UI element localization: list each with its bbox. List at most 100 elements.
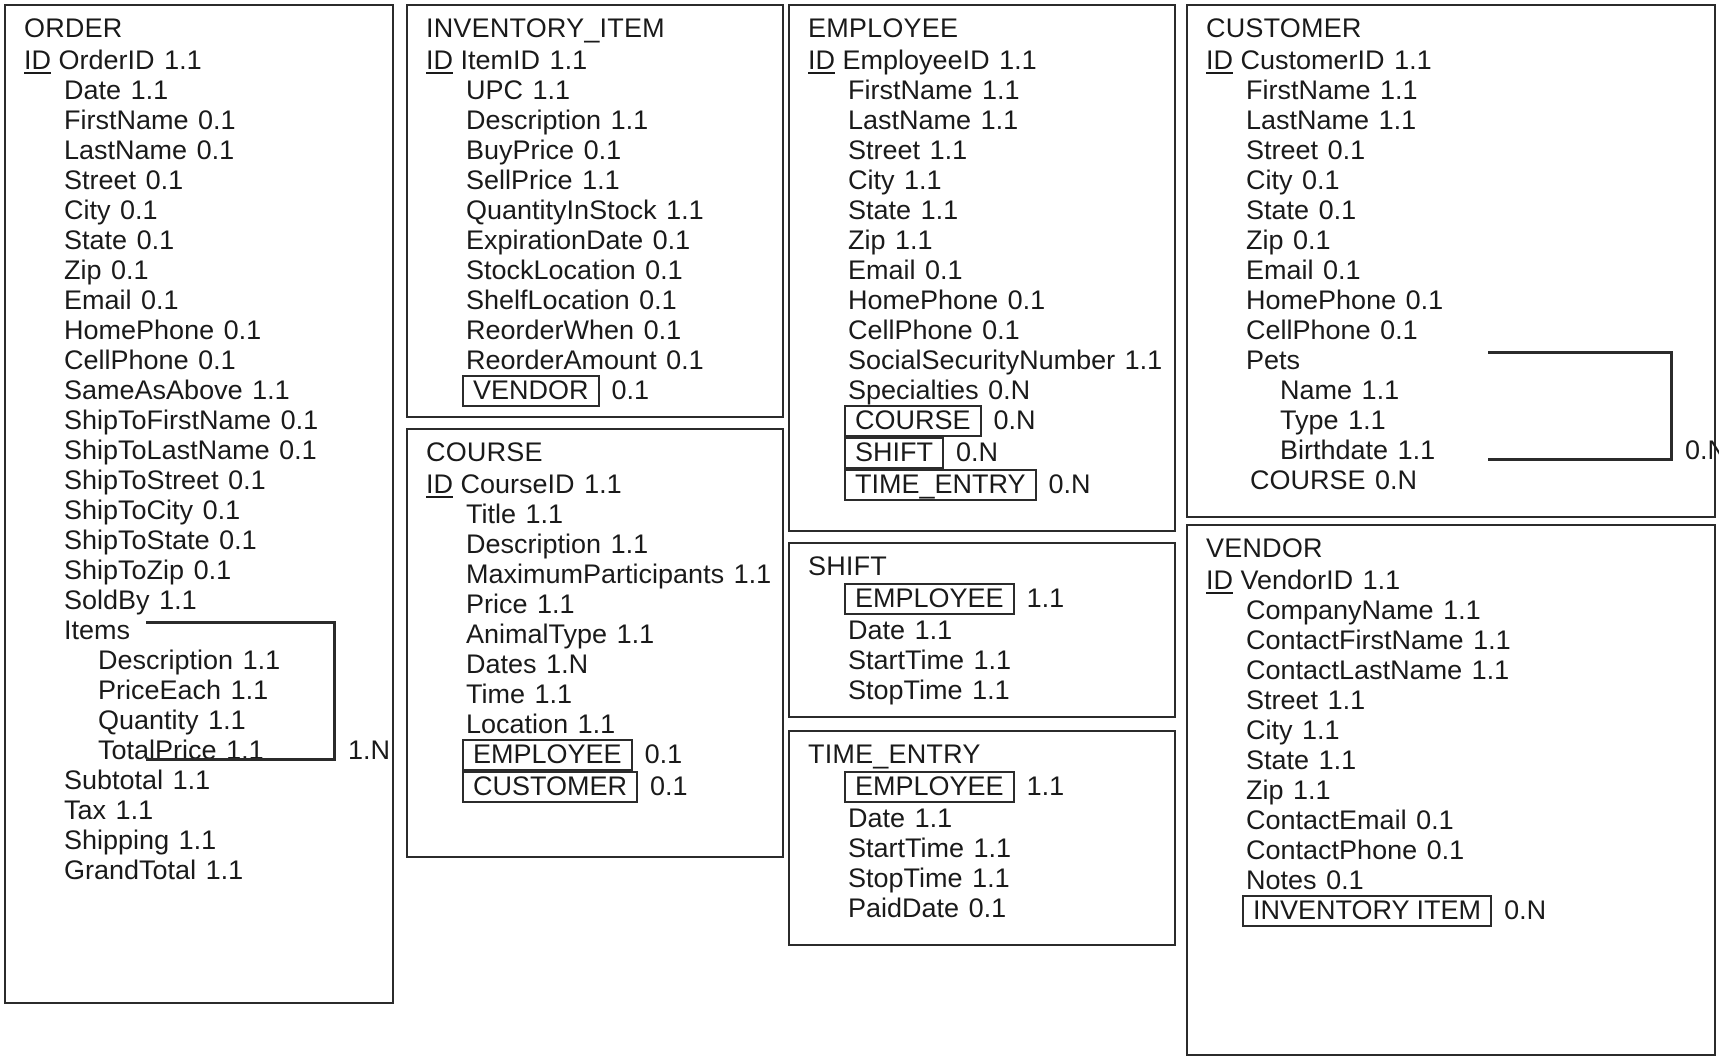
attribute-name: CustomerID [1240, 45, 1385, 75]
attribute-name: Price [466, 589, 528, 619]
cardinality: 1.N [546, 649, 589, 679]
attribute-name: State [1246, 745, 1310, 775]
cardinality: 1.1 [1397, 435, 1436, 465]
attribute-row: QuantityInStock 1.1 [408, 195, 782, 225]
cardinality: 1.1 [1471, 655, 1510, 685]
attribute-row: Title 1.1 [408, 499, 782, 529]
attribute-name: Birthdate [1280, 435, 1389, 465]
attribute-name: Subtotal [64, 765, 164, 795]
cardinality: 1.1 [205, 855, 244, 885]
attribute-name: Description [466, 105, 602, 135]
attribute-name: ShipToStreet [64, 465, 219, 495]
attribute-reference: COURSE 0.N [1188, 465, 1714, 495]
cardinality: 1.1 [532, 75, 571, 105]
attribute-name: LastName [848, 105, 972, 135]
attribute-identifier: ID OrderID 1.1 [6, 45, 392, 75]
cardinality: 1.1 [1302, 715, 1340, 745]
attribute-name: CellPhone [64, 345, 189, 375]
attribute-row: Dates 1.N [408, 649, 782, 679]
cardinality: 0.1 [650, 771, 688, 801]
attribute-name: HomePhone [848, 285, 999, 315]
attribute-row: Location 1.1 [408, 709, 782, 739]
cardinality: 1.1 [1124, 345, 1163, 375]
attribute-name: CompanyName [1246, 595, 1434, 625]
attribute-identifier: ID CustomerID 1.1 [1188, 45, 1714, 75]
cardinality: 1.1 [904, 165, 942, 195]
cardinality: 1.1 [226, 735, 264, 765]
cardinality: 1.1 [1026, 583, 1065, 613]
attribute-name: Quantity [98, 705, 199, 735]
attribute-name: Items [64, 615, 131, 645]
attribute-name: FirstName [64, 105, 189, 135]
attribute-row: Description 1.1 [408, 105, 782, 135]
attribute-row: Zip 1.1 [1188, 775, 1714, 805]
attribute-row: StopTime 1.1 [790, 863, 1174, 893]
entity-inventory-item: INVENTORY_ITEM ID ItemID 1.1 UPC 1.1 Descri… [406, 4, 784, 418]
attribute-row: ContactEmail 0.1 [1188, 805, 1714, 835]
cardinality: 0.1 [1293, 225, 1331, 255]
cardinality: 0.1 [982, 315, 1020, 345]
attribute-row: ReorderWhen 0.1 [408, 315, 782, 345]
attribute-row: CellPhone 0.1 [1188, 315, 1714, 345]
entity-title: INVENTORY_ITEM [426, 13, 665, 43]
attribute-name: ShipToCity [64, 495, 194, 525]
attribute-row: Email 0.1 [1188, 255, 1714, 285]
attribute-name: State [1246, 195, 1310, 225]
cardinality: 0.1 [611, 375, 650, 405]
attribute-reference: COURSE 0.N [790, 405, 1174, 437]
cardinality: 0.1 [583, 135, 622, 165]
attribute-row: Specialties 0.N [790, 375, 1174, 405]
attribute-row: CellPhone 0.1 [790, 315, 1174, 345]
attribute-name: Notes [1246, 865, 1317, 895]
entity-title: TIME_ENTRY [808, 739, 981, 769]
attribute-name: PriceEach [98, 675, 222, 705]
attribute-name: StopTime [848, 675, 963, 705]
attribute-name: ItemID [460, 45, 541, 75]
cardinality: 1.1 [130, 75, 169, 105]
cardinality: 0.N [1375, 465, 1418, 495]
cardinality: 0.1 [1323, 255, 1361, 285]
attribute-row: CellPhone 0.1 [6, 345, 392, 375]
attribute-row: Zip 0.1 [1188, 225, 1714, 255]
attribute-row: Type 1.1 [1188, 405, 1714, 435]
attribute-row: BuyPrice 0.1 [408, 135, 782, 165]
reference-entity-name: VENDOR [462, 375, 600, 407]
cardinality: 1.1 [972, 675, 1010, 705]
attribute-name: ShipToFirstName [64, 405, 272, 435]
attribute-name: City [1246, 165, 1293, 195]
attribute-row: StartTime 1.1 [790, 833, 1174, 863]
attribute-row: Birthdate 1.1 [1188, 435, 1714, 465]
cardinality: 1.1 [1318, 745, 1357, 775]
entity-title: ORDER [24, 13, 123, 43]
cardinality: 0.1 [1416, 805, 1454, 835]
attribute-name: SellPrice [466, 165, 573, 195]
attribute-row: HomePhone 0.1 [1188, 285, 1714, 315]
cardinality: 0.1 [1302, 165, 1340, 195]
cardinality: 1.1 [584, 469, 622, 499]
attribute-row: Street 0.1 [1188, 135, 1714, 165]
attribute-row: State 0.1 [6, 225, 392, 255]
attribute-row: State 0.1 [1188, 195, 1714, 225]
attribute-list: ID ItemID 1.1 UPC 1.1 Description 1.1 BuyPr… [408, 45, 782, 407]
attribute-name: Time [466, 679, 525, 709]
attribute-reference: EMPLOYEE 1.1 [790, 583, 1174, 615]
attribute-list: ID CustomerID 1.1 FirstName 1.1 LastName 1… [1188, 45, 1714, 495]
cardinality: 1.1 [1327, 685, 1366, 715]
attribute-name: Street [1246, 685, 1319, 715]
attribute-name: Zip [64, 255, 102, 285]
cardinality: 0.1 [198, 345, 236, 375]
entity-title: CUSTOMER [1206, 13, 1362, 43]
attribute-row: FirstName 1.1 [1188, 75, 1714, 105]
attribute-name: GrandTotal [64, 855, 197, 885]
attribute-row: Description 1.1 [6, 645, 392, 675]
cardinality: 0.1 [202, 495, 241, 525]
cardinality: 0.1 [1326, 865, 1364, 895]
attribute-reference: VENDOR 0.1 [408, 375, 782, 407]
cardinality: 1.1 [1026, 771, 1065, 801]
cardinality: 1.1 [1380, 75, 1418, 105]
attribute-reference: CUSTOMER 0.1 [408, 771, 782, 803]
entity-vendor: VENDOR ID VendorID 1.1 CompanyName 1.1 Cont… [1186, 524, 1716, 1056]
cardinality: 1.1 [733, 559, 772, 589]
attribute-row: Quantity 1.1 [6, 705, 392, 735]
attribute-reference: EMPLOYEE 1.1 [790, 771, 1174, 803]
